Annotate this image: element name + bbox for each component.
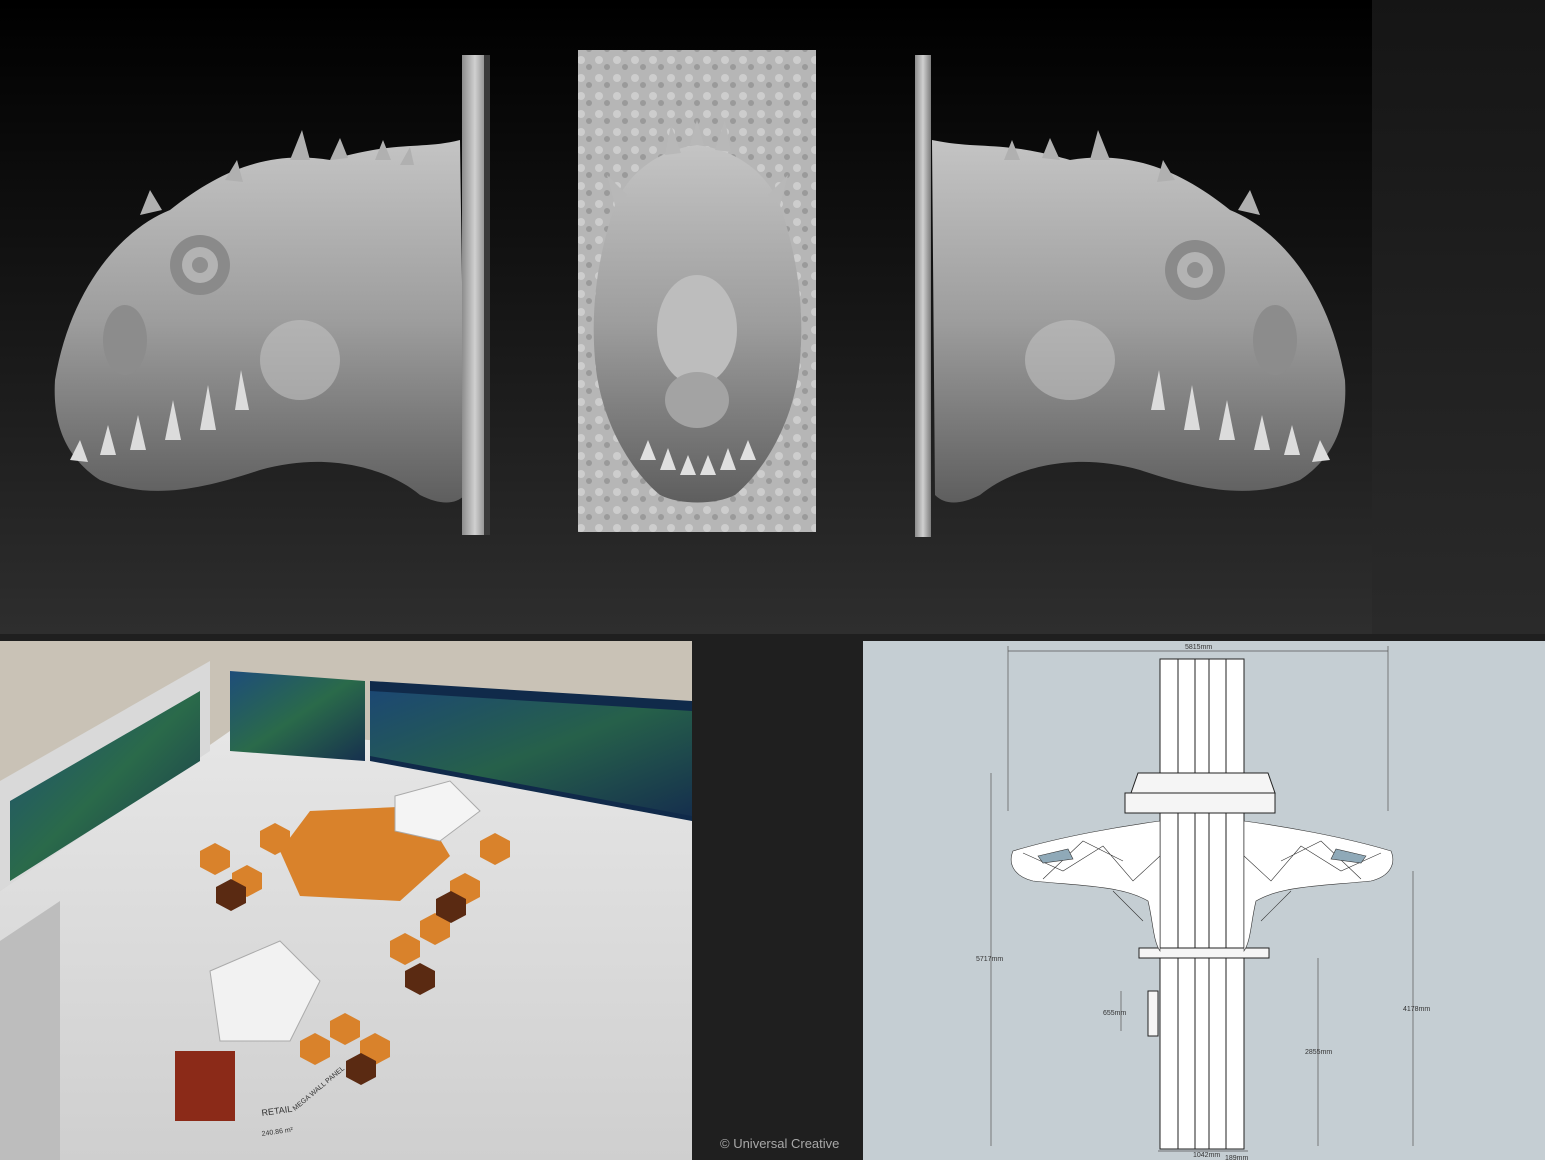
sculpt-render-image bbox=[54, 50, 1346, 537]
dim-base-small: 189mm bbox=[1225, 1155, 1249, 1160]
dino-head-left-view bbox=[54, 130, 466, 503]
technical-drawing: 5815mm 5717mm 4178mm 2855mm 655mm 1042mm… bbox=[863, 641, 1545, 1160]
background-strip bbox=[1372, 0, 1545, 634]
dim-mid: 2855mm bbox=[1305, 1049, 1332, 1056]
poster bbox=[175, 1051, 235, 1121]
mount-plate-right bbox=[915, 55, 931, 537]
dim-height-left: 5717mm bbox=[976, 956, 1003, 963]
dino-head-right-view bbox=[932, 130, 1346, 503]
scale-model-photo: RETAIL MEGA WALL PANEL 240.86 m² bbox=[0, 641, 692, 1160]
scale-model-image: RETAIL MEGA WALL PANEL 240.86 m² bbox=[0, 641, 692, 1160]
dim-base: 1042mm bbox=[1193, 1152, 1220, 1159]
dim-width-top: 5815mm bbox=[1185, 644, 1212, 651]
technical-drawing-panel: 5815mm 5717mm 4178mm 2855mm 655mm 1042mm… bbox=[863, 641, 1545, 1160]
dim-height-right: 4178mm bbox=[1403, 1006, 1430, 1013]
copyright-credit: © Universal Creative bbox=[720, 1136, 840, 1151]
sculpt-render-panel bbox=[0, 0, 1372, 634]
dim-small: 655mm bbox=[1103, 1010, 1127, 1017]
